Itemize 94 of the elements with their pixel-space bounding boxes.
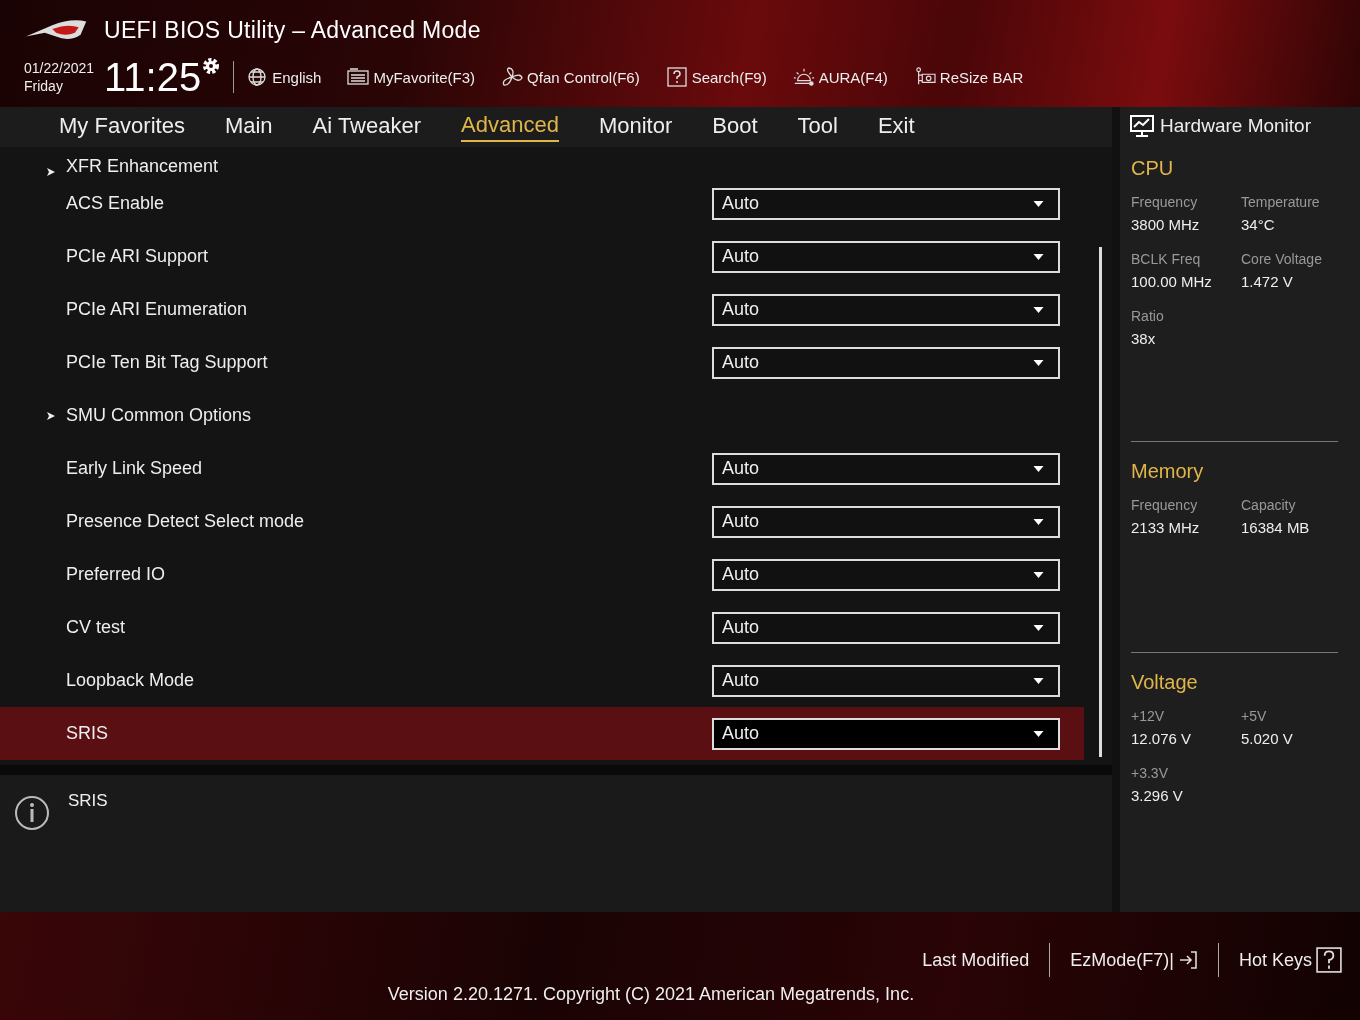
- toolbar-button[interactable]: Qfan Control(F6): [501, 67, 640, 87]
- caret-icon: [1033, 677, 1044, 684]
- caret-icon: [1033, 253, 1044, 260]
- caret-icon: [1033, 730, 1044, 737]
- metric-value: 2133 MHz: [1131, 519, 1201, 536]
- caret-icon: [1033, 200, 1044, 207]
- card-icon: [913, 67, 936, 87]
- info-icon: [14, 795, 50, 831]
- day-text: Friday: [24, 77, 64, 95]
- caret-icon: [1033, 465, 1044, 472]
- date-text: 01/22/2021: [24, 59, 95, 77]
- hot-keys-button[interactable]: Hot Keys: [1238, 947, 1342, 973]
- menu-tab[interactable]: Main: [224, 113, 273, 141]
- dropdown-field[interactable]: Auto: [712, 452, 1060, 485]
- setting-label[interactable]: Loopback Mode: [66, 670, 712, 691]
- menu-tab[interactable]: Tool: [797, 113, 838, 141]
- section-title: Memory: [1131, 459, 1205, 484]
- section-title: Voltage: [1131, 670, 1199, 695]
- setting-label[interactable]: ACS Enable: [66, 193, 712, 214]
- dropdown-field[interactable]: Auto: [712, 558, 1060, 591]
- list-icon: [347, 67, 370, 87]
- globe-icon: [246, 67, 269, 87]
- help-text: SRIS: [68, 791, 108, 811]
- clock-time: 11:25: [104, 54, 202, 100]
- dropdown-field[interactable]: Auto: [712, 664, 1060, 697]
- caret-icon: [1033, 518, 1044, 525]
- toolbar-button[interactable]: AURA(F4): [792, 67, 888, 87]
- section-title: CPU: [1131, 156, 1175, 181]
- toolbar-button[interactable]: MyFavorite(F3): [347, 67, 476, 87]
- menu-tab[interactable]: Monitor: [598, 113, 673, 141]
- menu-tab[interactable]: My Favorites: [59, 113, 185, 141]
- setting-label[interactable]: CV test: [66, 617, 712, 638]
- monitor-icon: [1130, 115, 1154, 137]
- metric-label: Temperature: [1241, 194, 1321, 210]
- exit-icon: [1177, 950, 1198, 970]
- metric-label: +12V: [1131, 708, 1166, 724]
- metric-value: 34°C: [1241, 216, 1276, 233]
- metric-value: 1.472 V: [1241, 273, 1294, 290]
- setting-label[interactable]: XFR Enhancement: [66, 156, 1084, 177]
- dropdown-field[interactable]: Auto: [712, 505, 1060, 538]
- dropdown-field[interactable]: Auto: [712, 717, 1060, 750]
- metric-label: +3.3V: [1131, 765, 1169, 781]
- panel-title: Hardware Monitor: [1160, 115, 1311, 137]
- toolbar-button[interactable]: English: [246, 67, 322, 87]
- settings-icon[interactable]: [201, 56, 222, 76]
- setting-label[interactable]: PCIe ARI Enumeration: [66, 299, 712, 320]
- dropdown-field[interactable]: Auto: [712, 293, 1060, 326]
- menu-tab[interactable]: Exit: [877, 113, 915, 141]
- caret-icon: [1033, 571, 1044, 578]
- metric-label: +5V: [1241, 708, 1268, 724]
- metric-label: Capacity: [1241, 497, 1297, 513]
- metric-value: 12.076 V: [1131, 730, 1193, 747]
- setting-label[interactable]: SRIS: [66, 723, 712, 744]
- metric-value: 3.296 V: [1131, 787, 1184, 804]
- question-icon: [1316, 947, 1342, 973]
- metric-label: Frequency: [1131, 194, 1199, 210]
- setting-label[interactable]: Preferred IO: [66, 564, 712, 585]
- metric-value: 100.00 MHz: [1131, 273, 1213, 290]
- setting-label[interactable]: PCIe ARI Support: [66, 246, 712, 267]
- dropdown-field[interactable]: Auto: [712, 240, 1060, 273]
- setting-label[interactable]: Presence Detect Select mode: [66, 511, 712, 532]
- setting-label[interactable]: Early Link Speed: [66, 458, 712, 479]
- dropdown-field[interactable]: Auto: [712, 611, 1060, 644]
- metric-label: Frequency: [1131, 497, 1199, 513]
- chevron-icon: [46, 410, 56, 421]
- setting-label[interactable]: PCIe Ten Bit Tag Support: [66, 352, 712, 373]
- selected-row[interactable]: SRIS Auto: [0, 707, 1084, 760]
- last-modified-button[interactable]: Last Modified: [922, 949, 1030, 971]
- version-text: Version 2.20.1271. Copyright (C) 2021 American Megatrends, Inc.: [387, 984, 915, 1005]
- metric-label: Core Voltage: [1241, 251, 1323, 267]
- caret-icon: [1033, 359, 1044, 366]
- metric-label: Ratio: [1131, 308, 1165, 324]
- dropdown-field[interactable]: Auto: [712, 187, 1060, 220]
- toolbar-button[interactable]: ReSize BAR: [913, 67, 1024, 87]
- dropdown-field[interactable]: Auto: [712, 346, 1060, 379]
- window-title: UEFI BIOS Utility – Advanced Mode: [104, 16, 481, 44]
- metric-value: 38x: [1131, 330, 1157, 347]
- setting-label[interactable]: SMU Common Options: [66, 405, 1084, 426]
- caret-icon: [1033, 306, 1044, 313]
- caret-icon: [1033, 624, 1044, 631]
- chevron-icon: [46, 167, 56, 177]
- ezmode-button[interactable]: EzMode(F7)|: [1070, 949, 1198, 971]
- metric-label: BCLK Freq: [1131, 251, 1202, 267]
- light-icon: [792, 67, 815, 87]
- metric-value: 3800 MHz: [1131, 216, 1201, 233]
- menu-tab[interactable]: Boot: [712, 113, 758, 141]
- question-icon: [665, 67, 688, 87]
- menu-tab[interactable]: Ai Tweaker: [312, 113, 422, 141]
- scrollbar[interactable]: [1099, 247, 1102, 757]
- toolbar-button[interactable]: Search(F9): [665, 67, 767, 87]
- metric-value: 5.020 V: [1241, 730, 1294, 747]
- menu-tab[interactable]: Advanced: [461, 112, 559, 142]
- metric-value: 16384 MB: [1241, 519, 1311, 536]
- fan-icon: [501, 67, 524, 87]
